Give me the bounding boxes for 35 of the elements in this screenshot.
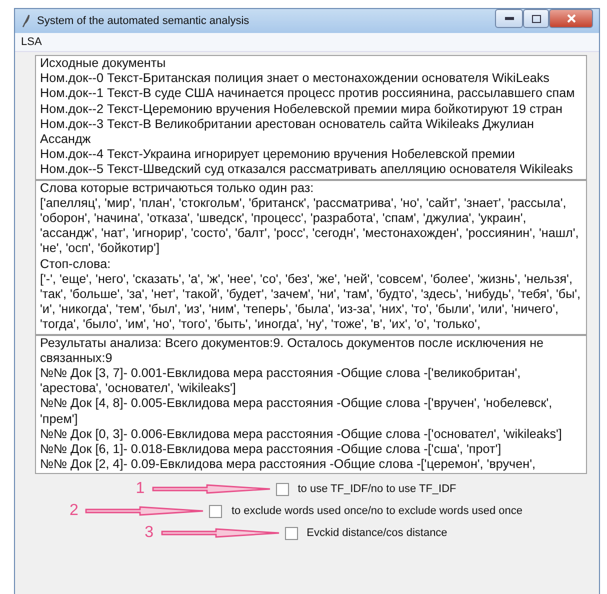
checkbox-label: Evckid distance/cos distance [306, 527, 448, 540]
annotation-number: 2 [69, 502, 80, 520]
output-text: №№ Док [0, 3]- 0.006-Евклидова мера расстояния -Общие слова -['основател', 'wikileaks'] [40, 426, 563, 442]
output-text: №№ Док [2, 4]- 0.09-Евклидова мера расстояния -Общие слова -['церемон', 'вручен', [40, 457, 536, 472]
output-text: Ном.док--2 Текст-Церемонию вручения Нобелевской премии мира бойкотируют 19 стран [40, 102, 564, 117]
minimize-button[interactable] [495, 9, 523, 28]
output-text: Ном.док--5 Текст-Шведский суд отказался рассматривать апелляцию основателя Wikileaks [40, 162, 574, 178]
output-text: Исходные документы [40, 56, 167, 72]
output-text: Результаты анализа: Всего документов:9. Осталось документов после исключения не связанных:9 [40, 336, 545, 366]
checkbox-label: to use TF_IDF/no to use TF_IDF [298, 483, 456, 496]
close-button[interactable] [549, 9, 593, 28]
output-text: Слова которые встричаються только один раз: [40, 180, 315, 196]
output-text: Ном.док--0 Текст-Британская полиция знает о местонахождении основателя WikiLeaks [40, 71, 550, 86]
annotation-number: 3 [144, 524, 155, 542]
output-text: Стоп-слова: [40, 256, 112, 272]
output-text: №№ Док [3, 7]- 0.001-Евклидова мера расстояния -Общие слова -['великобритан', 'арестова', 'основател', 'wikileaks'] [40, 366, 522, 396]
annotation-number: 1 [136, 480, 146, 498]
output-text: ['-', 'еще', 'него', 'сказать', 'а', 'ж', 'нее', 'со', 'без', 'же', 'ней', 'совсем', 'более', 'жизнь', 'нельзя', 'так', 'больше', 'за', 'нет', 'такой', 'будет', 'зачем', 'ни', 'там', 'будто', 'здесь', 'нибудь', 'тебя', 'бы', 'и', 'никогда', 'тем', 'был', 'из', 'ним', 'теперь', 'была', 'из-за', 'них', 'то', 'были', 'или', 'ничего', 'тогда', 'было', 'им', 'но', 'того', 'быть', 'иногда', 'ну', 'тоже', 'в', 'их', 'о', 'только', [40, 272, 582, 333]
output-text: ['апелляц', 'мир', 'план', 'стокгольм', 'британск', 'рассматрива', 'но', 'сайт', 'знает', 'рассыла', 'оборон', 'начина', 'отказа', 'шведск', 'процесс', 'разработа', 'спам', 'джулиа', 'украин', 'ассандж', 'нат', 'игнорир', 'состо', 'балт', 'росс', 'сегодн', 'местонахожден', 'россиянин', 'нашл', 'не', 'осп', 'бойкотир'] [40, 196, 580, 257]
maximize-button[interactable] [523, 9, 549, 28]
output-text: №№ Док [6, 1]- 0.018-Евклидова мера расстояния -Общие слова -['сша', 'прот'] [40, 442, 502, 458]
output-text: Ном.док--1 Текст-В суде США начинается процесс против россиянина, рассылавшего спам [40, 86, 576, 102]
close-icon [566, 14, 576, 23]
checkbox-label: to exclude words used once/no to exclude words used once [231, 505, 523, 518]
window-title: System of the automated semantic analysis [37, 15, 250, 27]
output-text: Ном.док--3 Текст-В Великобритании арестован основатель сайта Wikileaks Джулиан Ассандж [40, 116, 535, 148]
minimize-icon [504, 17, 514, 20]
checkbox[interactable] [284, 526, 298, 540]
output-text: №№ Док [4, 8]- 0.005-Евклидова мера расстояния -Общие слова -['вручен', 'нобелевск', 'прем'] [40, 396, 554, 427]
checkbox[interactable] [209, 504, 222, 518]
output-text: Ном.док--4 Текст-Украина игнорирует церемонию вручения Нобелевской премии [40, 147, 516, 162]
maximize-icon [532, 14, 540, 22]
feather-icon [21, 14, 31, 28]
checkbox[interactable] [276, 482, 289, 496]
menu-item[interactable]: LSA [21, 36, 42, 48]
